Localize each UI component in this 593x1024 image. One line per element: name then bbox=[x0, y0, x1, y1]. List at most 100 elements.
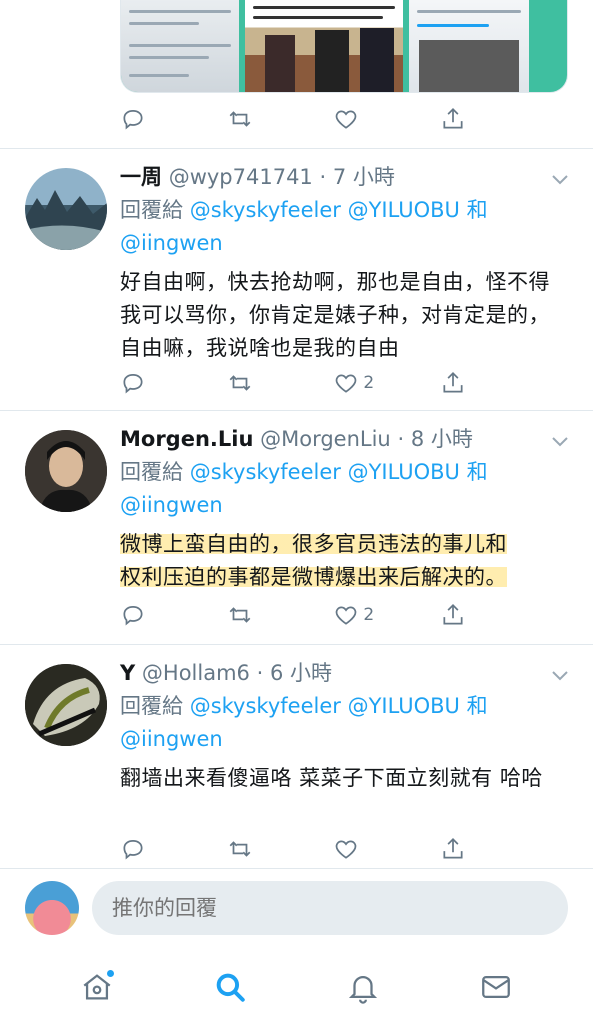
user-handle[interactable]: @wyp741741 bbox=[169, 165, 313, 189]
messages-icon bbox=[482, 975, 511, 999]
share-button[interactable] bbox=[440, 600, 500, 630]
chevron-down-icon[interactable] bbox=[551, 436, 569, 448]
tab-home[interactable] bbox=[67, 957, 127, 1017]
share-icon bbox=[443, 838, 463, 859]
tweet-text: 微博上蛮自由的，很多官员违法的事儿和 权利压迫的事都是微博爆出来后解决的。 bbox=[120, 528, 570, 594]
display-name[interactable]: Y bbox=[120, 661, 135, 685]
like-count: 2 bbox=[363, 373, 375, 393]
mention-link[interactable]: @skyskyfeeler bbox=[190, 694, 341, 718]
retweet-icon bbox=[229, 375, 251, 391]
media-thumbnail[interactable] bbox=[409, 0, 529, 92]
share-icon bbox=[443, 108, 463, 129]
tweet-text: 好自由啊，快去抢劫啊，那也是自由，怪不得我可以骂你，你肯定是婊子种，对肯定是的，… bbox=[120, 270, 550, 360]
tweet-header: Y @Hollam6 · 6 小時 bbox=[120, 658, 570, 688]
media-thumbnail[interactable] bbox=[121, 0, 239, 92]
reply-icon bbox=[123, 606, 143, 626]
reply-button[interactable] bbox=[120, 834, 180, 864]
mention-link[interactable]: @iingwen bbox=[120, 493, 223, 517]
mention-link[interactable]: @YILUOBU bbox=[348, 198, 460, 222]
tweet-text: 翻墙出来看傻逼咯 菜菜子下面立刻就有 哈哈 bbox=[120, 766, 543, 790]
landscape-image bbox=[25, 190, 107, 250]
share-button[interactable] bbox=[440, 834, 500, 864]
timestamp[interactable]: 8 小時 bbox=[411, 427, 473, 451]
separator-dot: · bbox=[256, 661, 264, 685]
tweet-actions: 2 bbox=[120, 600, 500, 630]
mention-link[interactable]: @iingwen bbox=[120, 727, 223, 751]
timestamp[interactable]: 6 小時 bbox=[270, 661, 332, 685]
display-name[interactable]: Morgen.Liu bbox=[120, 427, 253, 451]
avatar[interactable] bbox=[25, 430, 107, 512]
retweet-button[interactable] bbox=[227, 104, 287, 134]
retweet-icon bbox=[229, 607, 251, 623]
tweet-actions bbox=[120, 834, 500, 864]
reply-prefix: 回覆給 bbox=[120, 198, 183, 222]
chevron-down-icon[interactable] bbox=[551, 174, 569, 186]
media-thumbnail[interactable] bbox=[245, 0, 403, 92]
reply-icon bbox=[123, 374, 143, 394]
tweet-header: Morgen.Liu @MorgenLiu · 8 小時 bbox=[120, 424, 570, 454]
like-button[interactable] bbox=[333, 104, 393, 134]
share-button[interactable] bbox=[440, 104, 500, 134]
user-handle[interactable]: @MorgenLiu bbox=[260, 427, 391, 451]
mention-link[interactable]: @iingwen bbox=[120, 231, 223, 255]
highlighted-text: 权利压迫的事都是微博爆出来后解决的。 bbox=[120, 565, 507, 589]
tweet-header: 一周 @wyp741741 · 7 小時 bbox=[120, 162, 570, 192]
avatar[interactable] bbox=[25, 168, 107, 250]
reply-prefix: 回覆給 bbox=[120, 460, 183, 484]
like-icon bbox=[336, 840, 357, 859]
display-name[interactable]: 一周 bbox=[120, 165, 162, 189]
like-button[interactable] bbox=[333, 834, 393, 864]
media-card[interactable] bbox=[120, 0, 568, 93]
separator-dot: · bbox=[319, 165, 327, 189]
tab-search[interactable] bbox=[200, 957, 260, 1017]
conjunction: 和 bbox=[466, 694, 488, 718]
retweet-button[interactable] bbox=[227, 600, 287, 630]
like-icon bbox=[336, 606, 357, 625]
notification-dot bbox=[105, 969, 115, 978]
mention-link[interactable]: @skyskyfeeler bbox=[190, 460, 341, 484]
highlighted-text: 微博上蛮自由的，很多官员违法的事儿和 bbox=[120, 532, 507, 556]
reply-prefix: 回覆給 bbox=[120, 694, 183, 718]
retweet-button[interactable] bbox=[227, 368, 287, 398]
retweet-icon bbox=[229, 111, 251, 127]
avatar[interactable] bbox=[25, 664, 107, 746]
mention-link[interactable]: @skyskyfeeler bbox=[190, 198, 341, 222]
like-count: 2 bbox=[363, 605, 375, 625]
tweet-actions: 2 bbox=[120, 368, 500, 398]
conjunction: 和 bbox=[466, 460, 488, 484]
reply-button[interactable] bbox=[120, 104, 180, 134]
like-icon bbox=[336, 374, 357, 393]
like-icon bbox=[336, 110, 357, 129]
my-avatar[interactable] bbox=[25, 881, 79, 935]
reply-button[interactable] bbox=[120, 368, 180, 398]
chevron-down-icon[interactable] bbox=[551, 670, 569, 682]
sneaker-photo bbox=[25, 664, 107, 746]
like-button[interactable]: 2 bbox=[333, 600, 393, 630]
share-button[interactable] bbox=[440, 368, 500, 398]
search-icon bbox=[216, 973, 245, 1002]
share-icon bbox=[443, 372, 463, 393]
conjunction: 和 bbox=[466, 198, 488, 222]
reply-icon bbox=[123, 840, 143, 860]
tweet-actions bbox=[120, 104, 500, 134]
tab-messages[interactable] bbox=[466, 957, 526, 1017]
mention-link[interactable]: @YILUOBU bbox=[348, 694, 460, 718]
user-handle[interactable]: @Hollam6 bbox=[142, 661, 250, 685]
tab-notifications[interactable] bbox=[333, 957, 393, 1017]
reply-icon bbox=[123, 110, 143, 130]
like-button[interactable]: 2 bbox=[333, 368, 393, 398]
retweet-icon bbox=[229, 841, 251, 857]
mention-link[interactable]: @YILUOBU bbox=[348, 460, 460, 484]
tab-bar bbox=[0, 950, 593, 1024]
reply-context: 回覆給 @skyskyfeeler @YILUOBU 和 @iingwen bbox=[120, 456, 570, 522]
reply-composer bbox=[0, 868, 593, 948]
separator-dot: · bbox=[397, 427, 405, 451]
notifications-icon bbox=[349, 976, 378, 1004]
retweet-button[interactable] bbox=[227, 834, 287, 864]
timestamp[interactable]: 7 小時 bbox=[333, 165, 395, 189]
reply-input[interactable] bbox=[92, 881, 568, 935]
reply-context: 回覆給 @skyskyfeeler @YILUOBU 和 @iingwen bbox=[120, 690, 570, 756]
reply-button[interactable] bbox=[120, 600, 180, 630]
person-photo bbox=[25, 430, 107, 512]
reply-context: 回覆給 @skyskyfeeler @YILUOBU 和 @iingwen bbox=[120, 194, 570, 260]
